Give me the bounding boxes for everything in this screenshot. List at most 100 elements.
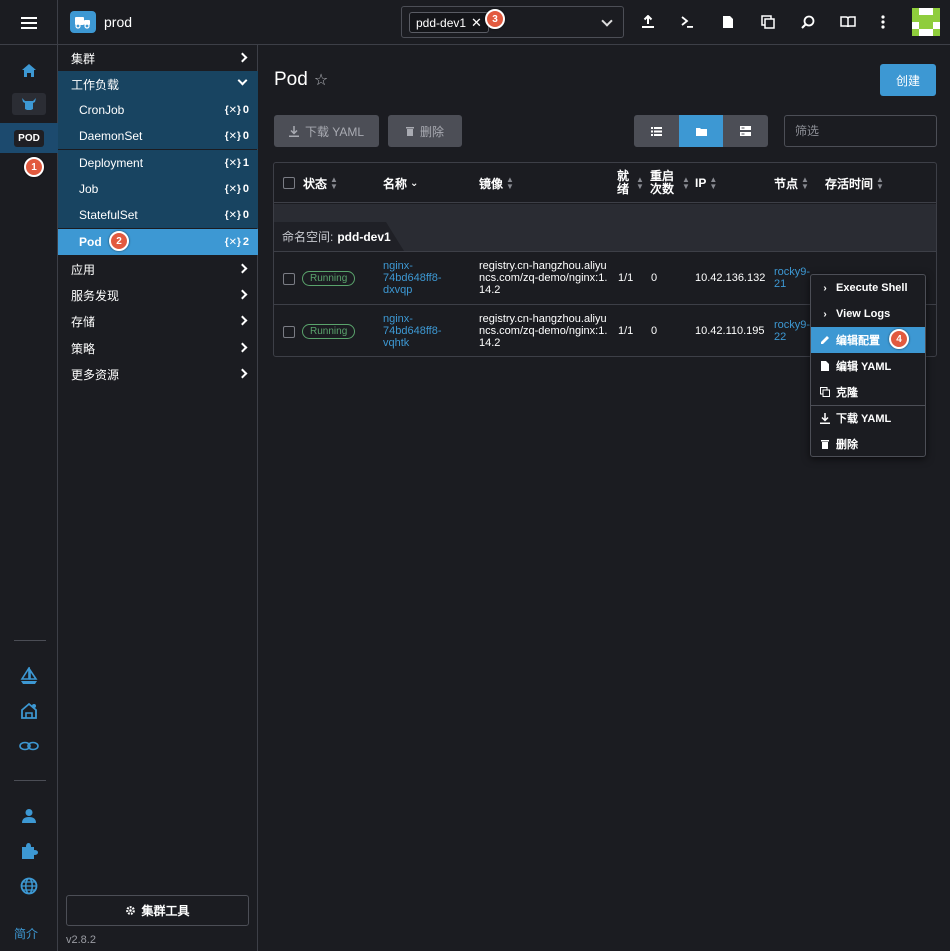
column-header-ip[interactable]: IP ▲ ▼ (695, 163, 717, 203)
user-icon[interactable] (0, 804, 58, 828)
nav-group-service-discovery[interactable]: 服务发现 (58, 282, 258, 308)
pod-node-link[interactable]: rocky9- 22 (774, 319, 810, 343)
chevron-right-icon (237, 263, 248, 274)
filter-input[interactable] (784, 115, 937, 147)
nav-item-statefulset[interactable]: StatefulSet {✕} 0 (58, 202, 258, 228)
namespace-select[interactable]: pdd-dev1 ✕ (401, 6, 624, 38)
column-header-ready[interactable]: 就绪 ▲ ▼ (617, 163, 644, 203)
menu-item-edit-yaml[interactable]: 编辑 YAML (811, 353, 925, 379)
version-label: v2.8.2 (66, 934, 96, 946)
kubectl-shell-icon[interactable] (676, 11, 698, 33)
trash-icon (405, 127, 414, 136)
copy-kubeconfig-icon[interactable] (757, 11, 779, 33)
column-header-age[interactable]: 存活时间 ▲ ▼ (825, 163, 884, 203)
group-by-namespace-view-button[interactable] (678, 115, 724, 147)
sort-icon: ▲ ▼ (876, 175, 884, 191)
row-action-menu: › Execute Shell › View Logs 编辑配置 编辑 YAML… (810, 274, 926, 457)
table-header: 状态 ▲ ▼ 名称 ⌄ 镜像 ▲ ▼ 就绪 ▲ ▼ 重启次数 ▲ ▼ IP ▲ ▼ 节点 ▲ ▼ 存活时间… (274, 163, 936, 203)
column-header-node[interactable]: 节点 ▲ ▼ (774, 163, 809, 203)
nav-group-label: 服务发现 (71, 288, 120, 303)
pod-name-link[interactable]: nginx- 74bd648ff8- vqhtk (383, 313, 442, 349)
star-favorite-icon[interactable]: ☆ (314, 70, 328, 90)
cluster-cattle-icon[interactable] (0, 92, 58, 116)
nav-item-daemonset[interactable]: DaemonSet {✕} 0 (58, 123, 258, 149)
fleet-icon[interactable] (0, 699, 58, 723)
sort-icon: ▲ ▼ (682, 175, 690, 191)
server-icon (740, 126, 752, 136)
create-button[interactable]: 创建 (880, 64, 936, 96)
namespace-group-label: 命名空间: pdd-dev1 (274, 222, 404, 251)
hamburger-icon (20, 16, 37, 29)
extensions-link-icon[interactable] (0, 734, 58, 758)
download-yaml-label: 下载 YAML (304, 124, 365, 139)
more-actions-icon[interactable] (872, 11, 894, 33)
menu-item-execute-shell[interactable]: › Execute Shell (811, 275, 925, 301)
nav-group-more-resources[interactable]: 更多资源 (58, 361, 258, 387)
sailboat-icon[interactable] (0, 664, 58, 688)
group-by-node-view-button[interactable] (723, 115, 768, 147)
menu-item-delete[interactable]: 删除 (811, 431, 925, 457)
nav-item-cronjob[interactable]: CronJob {✕} 0 (58, 97, 258, 123)
row-checkbox[interactable] (283, 326, 295, 338)
nav-item-pod[interactable]: Pod {✕} 2 (58, 229, 258, 255)
download-icon (820, 412, 830, 424)
search-icon[interactable] (797, 11, 819, 33)
close-icon[interactable]: ✕ (471, 15, 482, 31)
nav-group-storage[interactable]: 存储 (58, 308, 258, 334)
resource-count: {✕} 2 (224, 236, 249, 248)
column-header-status[interactable]: 状态 ▲ ▼ (303, 163, 338, 203)
nav-item-job[interactable]: Job {✕} 0 (58, 176, 258, 202)
pencil-icon (820, 335, 830, 345)
callout-marker-4: 4 (889, 329, 909, 349)
nav-group-label: 更多资源 (71, 367, 120, 382)
select-all-checkbox[interactable] (283, 177, 295, 189)
row-checkbox[interactable] (283, 273, 295, 285)
pod-node-link[interactable]: rocky9- 21 (774, 266, 810, 290)
nav-group-workloads[interactable]: 工作负载 (58, 71, 258, 97)
nav-item-label: Job (79, 182, 99, 196)
cluster-tools-label: 集群工具 (141, 904, 190, 918)
puzzle-extensions-icon[interactable] (0, 839, 58, 863)
docs-book-icon[interactable] (837, 11, 859, 33)
column-header-restarts[interactable]: 重启次数 ▲ ▼ (650, 163, 690, 203)
column-header-name[interactable]: 名称 ⌄ (383, 163, 418, 203)
cluster-name[interactable]: prod (104, 14, 132, 30)
sort-icon: ▲ ▼ (709, 175, 718, 191)
cluster-logo-icon[interactable] (70, 11, 96, 33)
flat-list-view-button[interactable] (634, 115, 679, 147)
nav-item-label: StatefulSet (79, 208, 138, 222)
resource-count: {✕} 0 (224, 130, 249, 142)
cluster-tools-button[interactable]: 集群工具 (66, 895, 249, 926)
pod-name-link[interactable]: nginx- 74bd648ff8- dxvqp (383, 260, 442, 296)
nav-group-cluster[interactable]: 集群 (58, 45, 258, 71)
download-icon (288, 125, 299, 137)
menu-item-view-logs[interactable]: › View Logs (811, 301, 925, 327)
pod-cluster-tile[interactable]: POD (0, 123, 58, 153)
nav-group-label: 集群 (71, 51, 96, 66)
nav-group-policy[interactable]: 策略 (58, 335, 258, 361)
download-yaml-button[interactable]: 下载 YAML (274, 115, 379, 147)
about-link[interactable]: 简介 (14, 925, 38, 942)
list-icon (650, 126, 662, 136)
home-icon[interactable] (0, 58, 58, 82)
pod-ready: 1/1 (618, 325, 634, 337)
globe-icon[interactable] (0, 874, 58, 898)
kubeconfig-file-icon[interactable] (717, 11, 739, 33)
column-header-image[interactable]: 镜像 ▲ ▼ (479, 163, 514, 203)
chevron-down-icon[interactable] (601, 15, 613, 27)
menu-item-clone[interactable]: 克隆 (811, 379, 925, 405)
import-yaml-icon[interactable] (637, 11, 659, 33)
pod-image: registry.cn-hangzhou.aliyu ncs.com/zq-dem… (479, 260, 608, 296)
pod-image: registry.cn-hangzhou.aliyu ncs.com/zq-dem… (479, 313, 608, 349)
nav-item-deployment[interactable]: Deployment {✕} 1 (58, 150, 258, 176)
menu-item-download-yaml[interactable]: 下载 YAML (811, 405, 925, 431)
avatar[interactable] (912, 8, 940, 36)
nav-group-apps[interactable]: 应用 (58, 256, 258, 282)
sort-icon: ▲ ▼ (801, 175, 809, 191)
pod-restarts: 0 (651, 325, 658, 337)
chevron-right-icon: › (823, 308, 827, 320)
callout-marker-3: 3 (485, 9, 505, 29)
status-badge: Running (302, 324, 356, 339)
menu-toggle-button[interactable] (0, 0, 58, 45)
delete-button[interactable]: 删除 (388, 115, 462, 147)
